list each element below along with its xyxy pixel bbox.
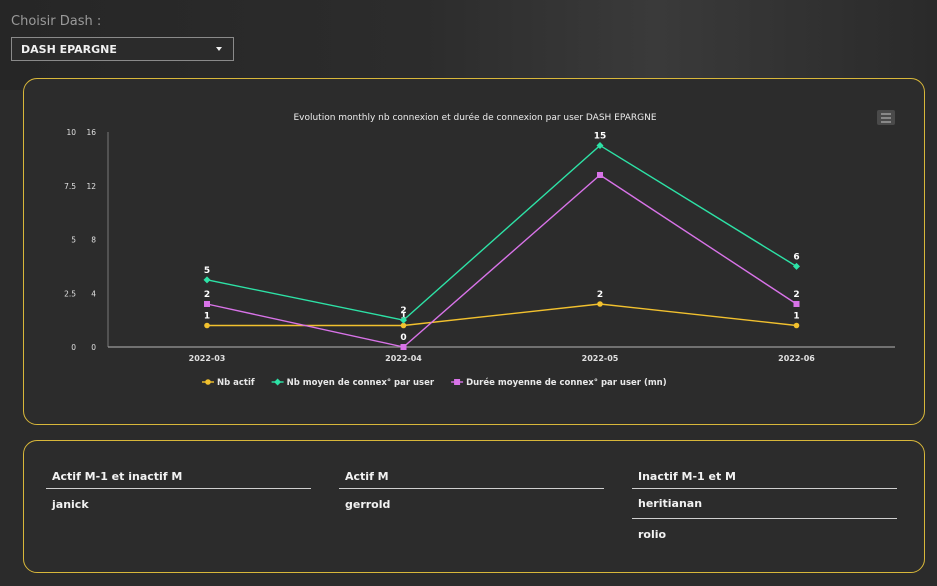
table-row: janick <box>52 497 89 511</box>
series-line <box>206 144 797 321</box>
data-point <box>203 276 211 284</box>
legend-label: Nb actif <box>217 378 255 388</box>
series-line <box>207 303 797 327</box>
y-right-tick-label: 16 <box>86 128 96 137</box>
chevron-down-icon <box>216 47 222 51</box>
data-point <box>793 322 800 329</box>
legend-label: Durée moyenne de connex° par user (mn) <box>466 377 667 388</box>
data-label: 1 <box>793 312 799 322</box>
legend-marker <box>274 378 282 386</box>
x-tick-label: 2022-06 <box>778 354 815 363</box>
y-right-tick-label: 12 <box>86 182 96 191</box>
y-left-tick-label: 0 <box>71 343 76 352</box>
y-right-tick-label: 8 <box>91 236 96 245</box>
y-left-tick-label: 5 <box>71 236 76 245</box>
y-right-tick-label: 4 <box>91 289 96 298</box>
data-label: 2 <box>400 306 406 316</box>
chart-panel: Evolution monthly nb connexion et durée … <box>23 78 925 425</box>
table-header: Actif M-1 et inactif M <box>46 465 311 489</box>
chart-menu-button[interactable] <box>877 110 895 125</box>
data-label: 2 <box>597 290 603 300</box>
user-table-column: Actif M-1 et inactif M janick <box>46 465 311 519</box>
legend-marker <box>205 379 211 385</box>
table-header: Inactif M-1 et M <box>632 465 897 489</box>
line-chart: Evolution monthly nb connexion et durée … <box>64 112 895 388</box>
series-line <box>206 174 797 348</box>
data-point <box>400 344 407 350</box>
legend-marker <box>454 379 461 385</box>
data-label: 0 <box>400 333 406 343</box>
x-tick-label: 2022-03 <box>189 354 226 363</box>
y-left-tick-label: 10 <box>66 128 76 137</box>
data-label: 6 <box>793 252 799 262</box>
table-row: heritianan <box>632 489 897 519</box>
table-row: gerrold <box>345 497 391 511</box>
y-left-tick-label: 7.5 <box>64 182 76 191</box>
legend-label: Nb moyen de connex° par user <box>287 378 435 388</box>
data-point <box>597 172 603 178</box>
data-label: 1 <box>204 312 210 322</box>
user-table-column: Actif M gerrold <box>339 465 604 519</box>
data-point <box>597 301 603 307</box>
x-tick-label: 2022-05 <box>582 354 619 363</box>
data-label: 5 <box>204 266 210 276</box>
y-left-tick-label: 2.5 <box>64 289 76 298</box>
dash-selector-label: Choisir Dash : <box>11 14 102 29</box>
data-point <box>793 262 800 270</box>
table-row: rolio <box>638 527 667 541</box>
data-point <box>793 301 800 307</box>
users-tables-panel: Actif M-1 et inactif M janick Actif M gerro… <box>23 440 925 573</box>
table-header: Actif M <box>339 465 604 489</box>
y-right-tick-label: 0 <box>91 343 96 352</box>
data-label: 15 <box>594 131 607 141</box>
dash-select[interactable]: DASH EPARGNE <box>11 37 234 61</box>
dash-select-value: DASH EPARGNE <box>21 42 117 56</box>
chart-title: Evolution monthly nb connexion et durée … <box>293 112 656 123</box>
x-tick-label: 2022-04 <box>385 354 422 363</box>
data-point <box>204 322 210 329</box>
data-label: 2 <box>204 290 210 300</box>
user-table-column: Inactif M-1 et Mheritianan rolio <box>632 465 897 549</box>
data-point <box>204 301 210 307</box>
data-label: 2 <box>793 290 799 300</box>
